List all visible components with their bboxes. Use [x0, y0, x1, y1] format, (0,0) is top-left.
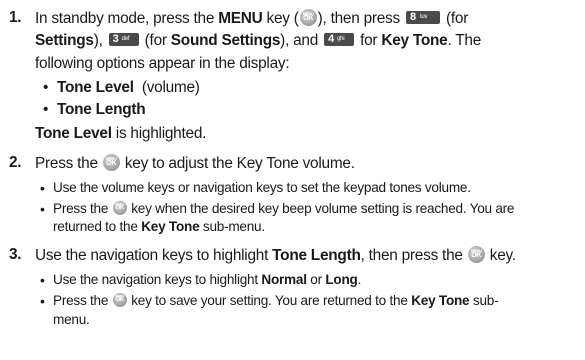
- key-3-icon: 3 def: [108, 33, 139, 46]
- step-3-main: Use the navigation keys to highlight Ton…: [35, 246, 516, 264]
- key-4-icon: 4 ghi: [324, 33, 355, 46]
- step-number: 1.: [9, 9, 22, 26]
- menu-ok-key-icon: MENU OK: [112, 201, 127, 215]
- menu-key-label: MENU: [218, 10, 263, 27]
- menu-ok-key-icon: MENU OK: [102, 154, 120, 171]
- step-3-bullet-1: • Use the navigation keys to highlight N…: [40, 272, 362, 288]
- step-number: 3.: [9, 246, 22, 263]
- step-2-main: Press the MENU OK key to adjust the Key T…: [35, 154, 355, 172]
- step-1-line-1: In standby mode, press the MENU key (MEN…: [35, 9, 469, 27]
- menu-ok-key-icon: MENU OK: [299, 9, 317, 26]
- step-1-line-3: following options appear in the display:: [35, 55, 290, 72]
- manual-page: 1. In standby mode, press the MENU key (…: [0, 0, 585, 360]
- step-1-line-2: Settings), 3 def (for Sound Settings), an…: [35, 32, 482, 49]
- step-2-bullet-2: • Press the MENU OK key when the desired …: [40, 201, 515, 217]
- step-3-bullet-2-cont: menu.: [53, 312, 90, 327]
- step-number: 2.: [9, 154, 22, 171]
- step-1-line-6: Tone Level is highlighted.: [35, 125, 207, 142]
- menu-ok-key-icon: MENU OK: [112, 293, 127, 307]
- menu-ok-key-icon: MENU OK: [467, 246, 485, 263]
- step-2-bullet-1: • Use the volume keys or navigation keys…: [40, 180, 471, 196]
- key-8-icon: 8 tuv: [405, 11, 440, 24]
- step-2-bullet-2-cont: returned to the Key Tone sub-menu.: [53, 219, 265, 234]
- step-3-bullet-2: • Press the MENU OK key to save your sett…: [40, 293, 499, 309]
- option-bullet: • Tone Level (volume): [43, 79, 200, 96]
- option-bullet: • Tone Length: [43, 101, 146, 118]
